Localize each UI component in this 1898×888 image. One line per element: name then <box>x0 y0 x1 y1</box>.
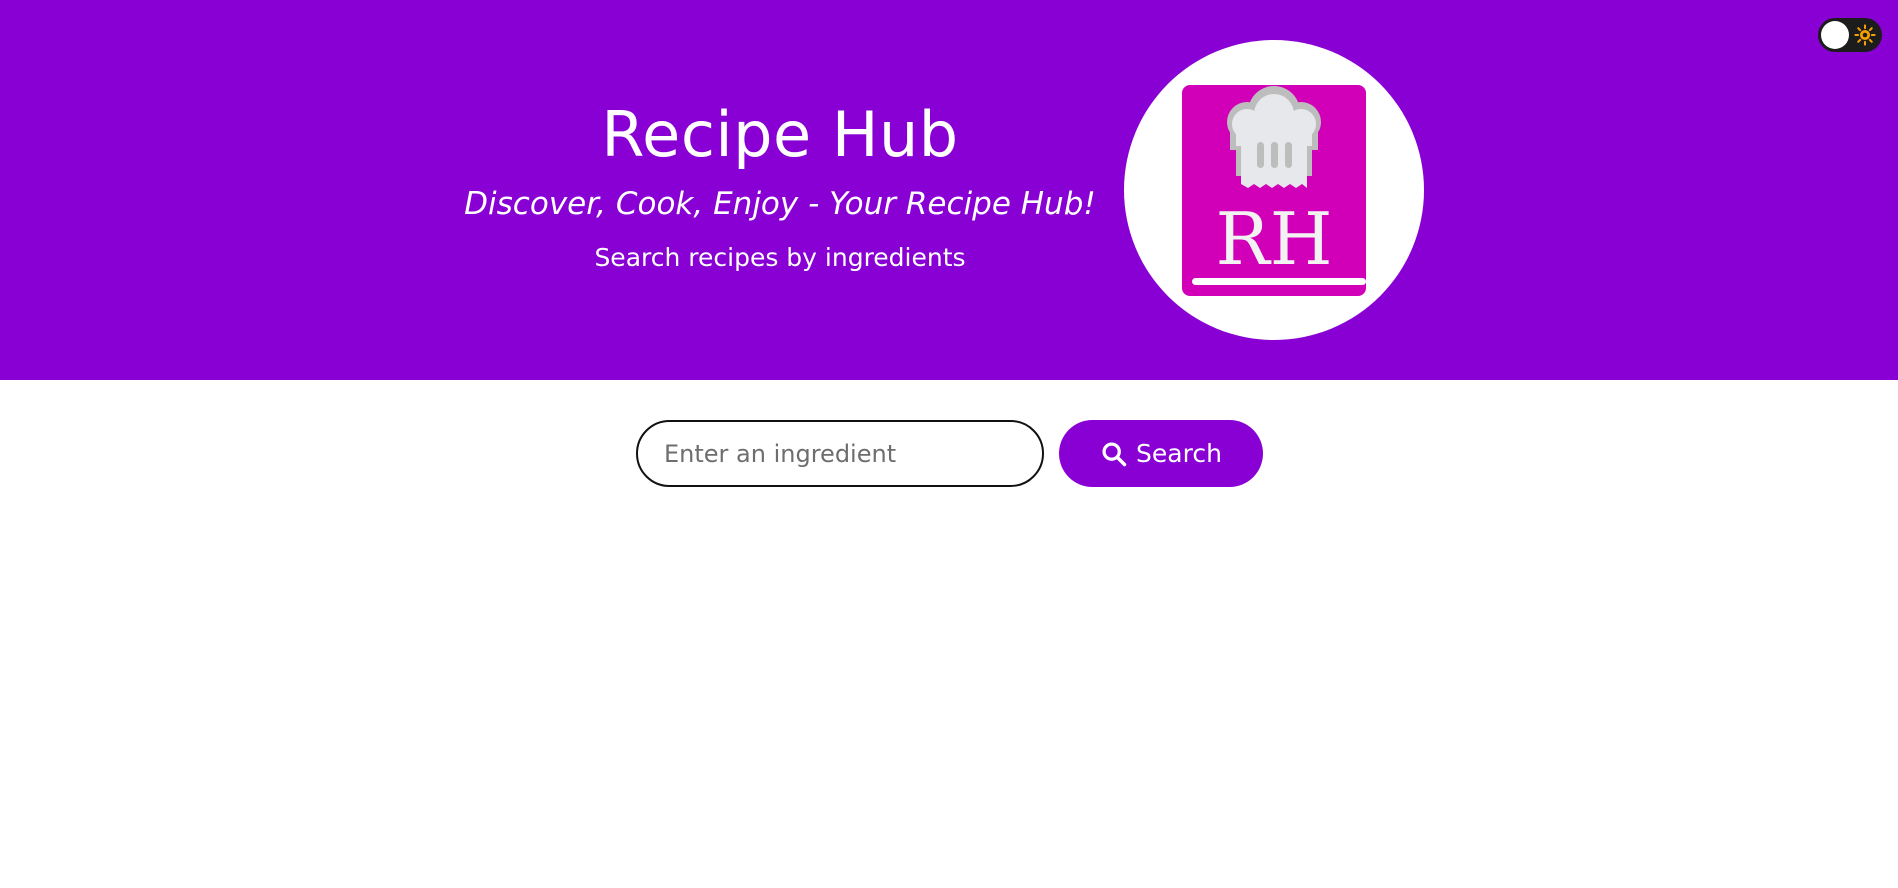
logo-text: RH <box>1216 197 1333 281</box>
search-icon <box>1102 441 1127 466</box>
theme-toggle[interactable] <box>1818 18 1882 52</box>
page-subtitle: Search recipes by ingredients <box>594 243 966 272</box>
header-banner: Recipe Hub Discover, Cook, Enjoy - Your … <box>0 0 1898 380</box>
search-button-label: Search <box>1136 439 1222 468</box>
search-bar: Search <box>0 420 1898 488</box>
toggle-knob <box>1821 21 1849 49</box>
sun-icon <box>1854 24 1876 46</box>
search-button[interactable]: Search <box>1059 420 1263 487</box>
page-title: Recipe Hub <box>601 98 959 171</box>
tagline: Discover, Cook, Enjoy - Your Recipe Hub! <box>464 186 1096 222</box>
logo: RH <box>1124 40 1424 340</box>
recipe-book-logo: RH <box>1182 85 1366 296</box>
ingredient-search-input[interactable] <box>636 420 1044 487</box>
header-text: Recipe Hub Discover, Cook, Enjoy - Your … <box>440 90 1120 276</box>
